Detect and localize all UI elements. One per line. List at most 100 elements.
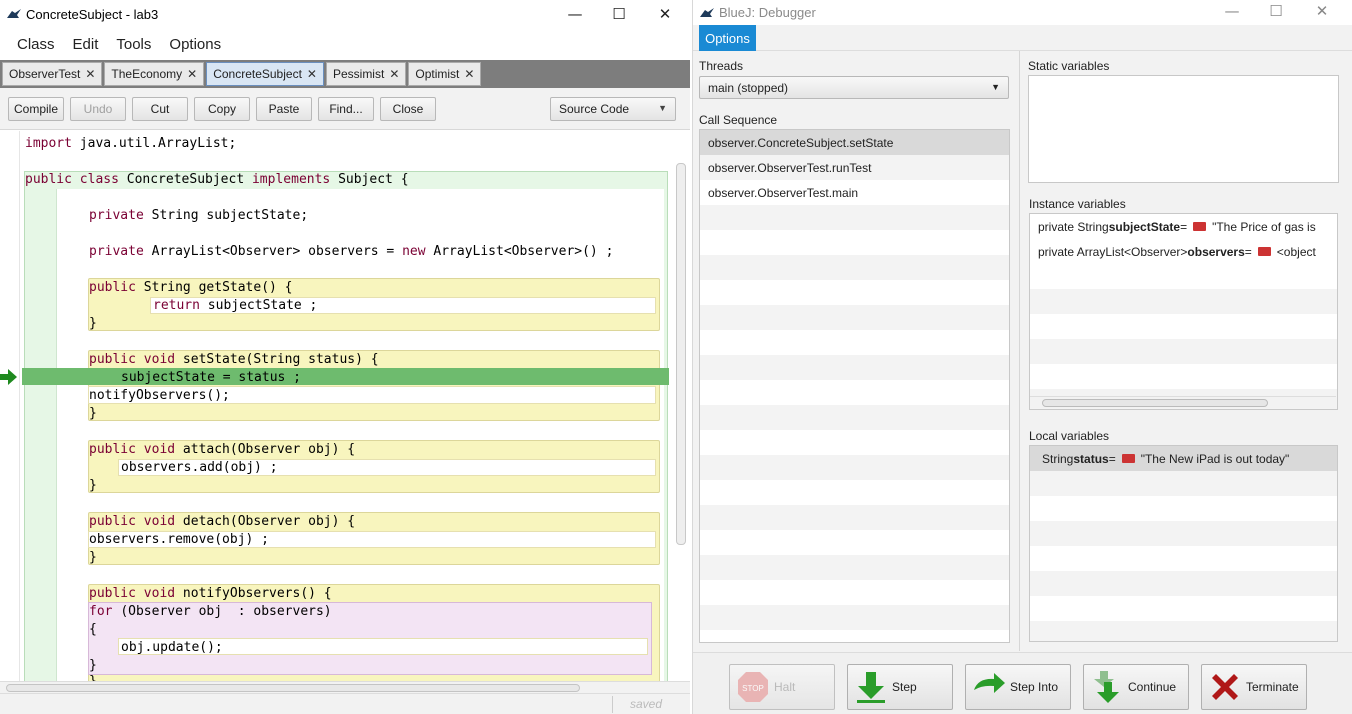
static-variables-list [1028,75,1339,183]
tab-label: Pessimist [332,67,385,81]
threads-label: Threads [699,59,744,73]
instance-variable-row[interactable]: private ArrayList<Observer> observers = … [1030,239,1337,264]
menu-class[interactable]: Class [17,36,55,53]
code-line: } [89,406,97,421]
pane-divider[interactable] [1019,51,1020,651]
variable-name: subjectState [1108,219,1181,234]
call-sequence-label: Call Sequence [699,113,778,127]
thread-select[interactable]: main (stopped) ▼ [699,76,1009,99]
tab-close-icon[interactable]: ✕ [85,67,95,81]
view-select[interactable]: Source Code ▼ [550,97,676,121]
tab-close-icon[interactable]: ✕ [307,67,317,81]
debugger-menubar: Options [693,25,1352,51]
code-keyword: public void [89,442,183,457]
cut-button[interactable]: Cut [132,96,188,121]
code-line: } [89,478,97,493]
instance-variables-label: Instance variables [1029,197,1126,211]
tab-optimist[interactable]: Optimist ✕ [408,62,482,86]
code-text: String getState() { [143,280,293,295]
halt-button[interactable]: STOP Halt [729,664,835,710]
scrollbar-thumb[interactable] [1042,399,1268,407]
close-button[interactable]: Close [380,96,436,121]
minimize-icon[interactable]: — [552,0,598,28]
vertical-scrollbar[interactable] [676,163,686,545]
tab-concretesubject[interactable]: ConcreteSubject ✕ [206,62,324,86]
variable-value: "The Price of gas is [1212,219,1316,234]
code-keyword: import [25,136,72,151]
execution-arrow-icon [0,369,17,385]
code-text: detach(Observer obj) { [182,514,356,529]
static-variables-label: Static variables [1028,59,1110,73]
code-editor[interactable]: import java.util.ArrayList; public class… [0,131,690,681]
code-line: public void attach(Observer obj) { [89,441,355,459]
equals-sign: = [1180,219,1188,234]
code-keyword: private [89,244,152,259]
paste-button[interactable]: Paste [256,96,312,121]
close-icon[interactable]: ✕ [1299,0,1345,22]
bluej-bird-icon [700,7,714,17]
horizontal-scrollbar[interactable] [0,681,690,693]
local-variables-label: Local variables [1029,429,1110,443]
status-divider [612,696,613,713]
maximize-icon[interactable]: ☐ [596,0,642,28]
menu-options[interactable]: Options [699,25,756,51]
call-sequence-item[interactable]: observer.ObserverTest.runTest [700,155,1009,180]
code-text: (Observer obj : observers) [120,604,332,619]
instance-horizontal-scrollbar[interactable] [1030,396,1336,408]
variable-value: <object [1276,244,1316,259]
compile-button[interactable]: Compile [8,96,64,121]
step-button[interactable]: Step [847,664,953,710]
code-line: observers.remove(obj) ; [89,532,270,547]
code-line: for (Observer obj : observers) [89,603,332,621]
code-text: ConcreteSubject [126,172,252,187]
terminate-button[interactable]: Terminate [1201,664,1307,710]
call-sequence-item[interactable]: observer.ConcreteSubject.setState [700,130,1009,155]
terminate-x-icon [1212,674,1238,700]
code-keyword: implements [251,172,339,187]
terminate-label: Terminate [1246,680,1299,694]
variable-name: status [1073,451,1109,466]
variable-type: private ArrayList<Observer> [1038,244,1188,259]
menu-edit[interactable]: Edit [73,36,99,53]
local-variables-list: String status = "The New iPad is out tod… [1029,445,1338,642]
tab-label: ConcreteSubject [213,67,302,81]
instance-variable-row[interactable]: private String subjectState = "The Price… [1030,214,1337,239]
find-button[interactable]: Find... [318,96,374,121]
code-text: String subjectState; [151,208,309,223]
call-sequence-item[interactable]: observer.ObserverTest.main [700,180,1009,205]
code-keyword: public void [89,352,183,367]
editor-tabbar: ObserverTest ✕ TheEconomy ✕ ConcreteSubjec… [0,60,690,88]
tab-theeconomy[interactable]: TheEconomy ✕ [104,62,205,86]
tab-pessimist[interactable]: Pessimist ✕ [325,62,407,86]
tab-label: Optimist [415,67,460,81]
stop-sign-icon: STOP [738,672,768,702]
code-keyword: for [89,604,121,619]
tab-label: TheEconomy [111,67,183,81]
tab-close-icon[interactable]: ✕ [464,67,474,81]
maximize-icon[interactable]: ☐ [1253,0,1299,22]
step-into-label: Step Into [1010,680,1059,694]
minimize-icon[interactable]: — [1209,0,1255,22]
continue-button[interactable]: Continue [1083,664,1189,710]
step-into-button[interactable]: Step Into [965,664,1071,710]
local-variable-row[interactable]: String status = "The New iPad is out tod… [1030,446,1337,471]
variable-type: String [1042,451,1074,466]
bluej-bird-icon [7,9,21,18]
code-line: public String getState() { [89,279,293,297]
tab-close-icon[interactable]: ✕ [187,67,197,81]
close-icon[interactable]: ✕ [642,0,688,28]
copy-button[interactable]: Copy [194,96,250,121]
menu-options[interactable]: Options [169,36,221,53]
undo-button[interactable]: Undo [70,96,126,121]
line-gutter [0,131,20,681]
tab-observertest[interactable]: ObserverTest ✕ [2,62,103,86]
equals-sign: = [1244,244,1252,259]
menu-tools[interactable]: Tools [116,36,151,53]
code-text: notifyObservers() { [182,586,332,601]
scrollbar-thumb[interactable] [6,684,580,692]
chevron-down-icon: ▼ [991,82,1000,92]
step-into-arrow-icon [974,673,1005,693]
tab-close-icon[interactable]: ✕ [389,67,399,81]
view-select-value: Source Code [559,102,630,116]
step-arrow-down-icon [857,672,885,703]
